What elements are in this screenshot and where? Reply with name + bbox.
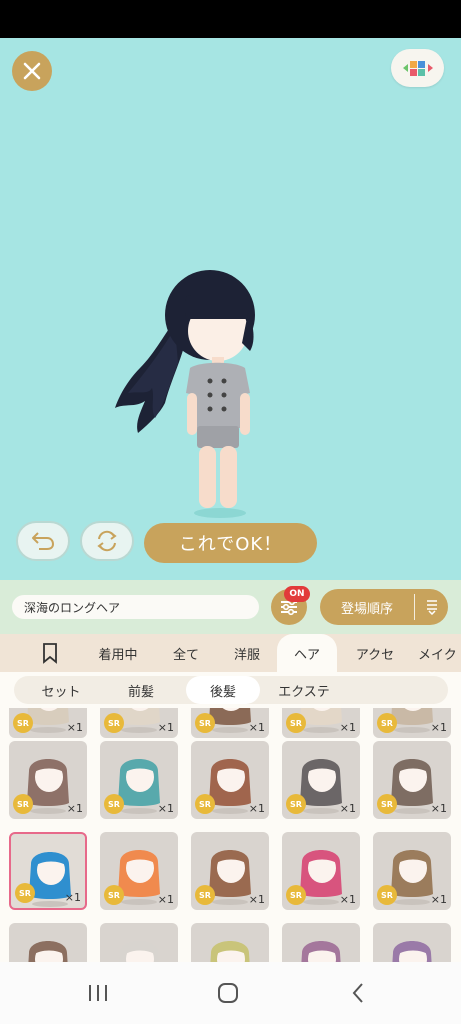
- hair-preview-icon: [210, 941, 250, 962]
- hair-item-card[interactable]: SR ×1: [9, 708, 87, 738]
- hair-item-card[interactable]: SR ×1: [282, 832, 360, 910]
- back-button[interactable]: [338, 978, 378, 1008]
- rarity-badge: SR: [104, 713, 124, 733]
- hair-item-card[interactable]: SR ×1: [282, 741, 360, 819]
- hair-item-card[interactable]: SR×1: [100, 923, 178, 962]
- home-button[interactable]: [208, 978, 248, 1008]
- status-bar: [0, 0, 461, 38]
- hair-item-card[interactable]: SR×1: [191, 923, 269, 962]
- rarity-badge: SR: [377, 885, 397, 905]
- item-grid: SR ×1 SR ×1 SR ×1 SR ×1 SR ×1 SR ×1 SR ×1 SR ×1 SR ×1 SR ×1…: [0, 708, 461, 962]
- home-icon: [218, 983, 238, 1003]
- item-quantity: ×1: [157, 802, 174, 815]
- hair-subtabs: セット 前髪 後髪 エクステ: [0, 672, 461, 708]
- avatar-stage: これでOK！: [0, 38, 461, 580]
- rarity-badge: SR: [195, 885, 215, 905]
- hair-item-card[interactable]: SR ×1: [282, 708, 360, 738]
- item-toolbar: 深海のロングヘア ON 登場順序: [0, 580, 461, 634]
- rarity-badge: SR: [104, 885, 124, 905]
- undo-icon: [32, 532, 55, 550]
- item-quantity: ×1: [339, 893, 356, 906]
- tab-wearing[interactable]: 着用中: [88, 634, 148, 672]
- hair-item-card[interactable]: SR ×1: [100, 741, 178, 819]
- hair-item-card[interactable]: SR×1: [373, 923, 451, 962]
- tab-accessory[interactable]: アクセ: [344, 634, 406, 672]
- tab-hair[interactable]: ヘア: [277, 634, 337, 672]
- hair-item-card[interactable]: SR ×1: [373, 832, 451, 910]
- rarity-badge: SR: [377, 794, 397, 814]
- subtab-set[interactable]: セット: [26, 676, 96, 704]
- sort-label: 登場順序: [340, 601, 393, 617]
- item-quantity: ×1: [430, 721, 447, 734]
- item-quantity: ×1: [248, 721, 265, 734]
- item-quantity: ×1: [248, 893, 265, 906]
- tab-clothes[interactable]: 洋服: [222, 634, 272, 672]
- item-quantity: ×1: [66, 802, 83, 815]
- hair-item-card[interactable]: SR ×1: [191, 708, 269, 738]
- rarity-badge: SR: [286, 713, 306, 733]
- palette-icon: [402, 61, 433, 76]
- hair-preview-icon: [392, 941, 432, 962]
- avatar-character: [115, 270, 255, 518]
- rarity-badge: SR: [195, 713, 215, 733]
- close-button[interactable]: [12, 51, 52, 91]
- category-tabs: 着用中 全て 洋服 ヘア アクセ メイク: [0, 634, 461, 672]
- hair-item-card[interactable]: SR ×1: [191, 741, 269, 819]
- recent-apps-icon: [89, 985, 107, 1001]
- subtab-extension[interactable]: エクステ: [266, 676, 342, 704]
- tab-all[interactable]: 全て: [160, 634, 212, 672]
- item-quantity: ×1: [64, 891, 81, 904]
- rarity-badge: SR: [13, 713, 33, 733]
- hair-item-card[interactable]: SR×1: [282, 923, 360, 962]
- item-quantity: ×1: [339, 721, 356, 734]
- item-quantity: ×1: [430, 893, 447, 906]
- tab-makeup[interactable]: メイク: [418, 634, 461, 672]
- hair-item-card[interactable]: SR×1: [9, 923, 87, 962]
- hair-item-card[interactable]: SR ×1: [373, 708, 451, 738]
- undo-button[interactable]: [16, 521, 70, 561]
- rarity-badge: SR: [377, 713, 397, 733]
- rotate-button[interactable]: [80, 521, 134, 561]
- color-palette-button[interactable]: [391, 49, 444, 87]
- item-quantity: ×1: [430, 802, 447, 815]
- item-name-label: 深海のロングヘア: [12, 595, 259, 619]
- system-nav-bar: [0, 962, 461, 1024]
- sort-divider: [414, 594, 415, 620]
- sort-order-icon[interactable]: [415, 599, 448, 615]
- filter-on-badge: ON: [284, 586, 310, 602]
- rarity-badge: SR: [13, 794, 33, 814]
- hair-preview-icon: [28, 941, 68, 962]
- item-quantity: ×1: [157, 893, 174, 906]
- hair-preview-icon: [301, 941, 341, 962]
- recent-apps-button[interactable]: [78, 978, 118, 1008]
- rarity-badge: SR: [104, 794, 124, 814]
- item-quantity: ×1: [66, 721, 83, 734]
- bookmark-icon: [43, 643, 57, 664]
- hair-preview-icon: [119, 941, 159, 962]
- item-quantity: ×1: [157, 721, 174, 734]
- hair-item-card[interactable]: SR ×1: [100, 832, 178, 910]
- tab-bookmark[interactable]: [30, 634, 70, 672]
- item-quantity: ×1: [248, 802, 265, 815]
- item-quantity: ×1: [339, 802, 356, 815]
- back-icon: [352, 983, 363, 1003]
- hair-item-card[interactable]: SR ×1: [100, 708, 178, 738]
- rotate-icon: [97, 530, 117, 552]
- hair-item-card[interactable]: SR ×1: [373, 741, 451, 819]
- hair-item-card[interactable]: SR ×1: [191, 832, 269, 910]
- close-icon: [23, 62, 41, 80]
- hair-item-card[interactable]: SR ×1: [9, 832, 87, 910]
- sort-button[interactable]: 登場順序: [320, 589, 448, 625]
- subtab-bangs[interactable]: 前髪: [106, 676, 176, 704]
- rarity-badge: SR: [286, 794, 306, 814]
- rarity-badge: SR: [195, 794, 215, 814]
- hair-item-card[interactable]: SR ×1: [9, 741, 87, 819]
- rarity-badge: SR: [286, 885, 306, 905]
- subtab-back-hair[interactable]: 後髪: [186, 676, 260, 704]
- rarity-badge: SR: [15, 883, 35, 903]
- ok-button[interactable]: これでOK！: [144, 523, 317, 563]
